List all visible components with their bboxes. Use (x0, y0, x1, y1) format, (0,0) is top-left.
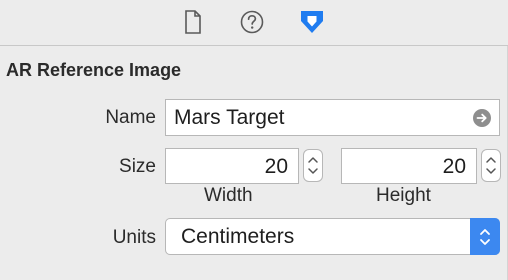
width-field[interactable]: 20 (165, 148, 299, 184)
units-popup[interactable]: Centimeters (165, 218, 500, 255)
section-title: AR Reference Image (6, 60, 182, 80)
question-circle-icon (240, 10, 264, 34)
width-value: 20 (264, 155, 288, 178)
width-label: Width (204, 185, 253, 206)
toolbar-divider (0, 45, 508, 46)
name-field[interactable]: Mars Target (165, 99, 500, 136)
name-value: Mars Target (174, 106, 285, 129)
go-arrow-icon[interactable] (473, 109, 491, 127)
chevron-up-down-icon (480, 228, 490, 245)
height-value: 20 (442, 155, 466, 178)
height-field[interactable]: 20 (341, 148, 477, 184)
units-label: Units (112, 227, 156, 248)
file-icon (185, 10, 201, 34)
file-inspector-button[interactable] (178, 8, 208, 36)
width-stepper[interactable] (303, 149, 323, 182)
attributes-inspector-button[interactable] (297, 8, 327, 36)
name-label: Name (105, 107, 156, 128)
quick-help-button[interactable] (237, 8, 267, 36)
size-label: Size (119, 156, 156, 177)
popup-arrows-button[interactable] (470, 218, 500, 255)
units-value: Centimeters (181, 225, 295, 248)
attributes-inspector-icon (301, 11, 323, 33)
inspector-toolbar (0, 0, 508, 42)
stepper-arrows-icon (486, 157, 496, 174)
stepper-arrows-icon (308, 157, 318, 174)
height-stepper[interactable] (481, 149, 501, 182)
height-label: Height (376, 185, 431, 206)
